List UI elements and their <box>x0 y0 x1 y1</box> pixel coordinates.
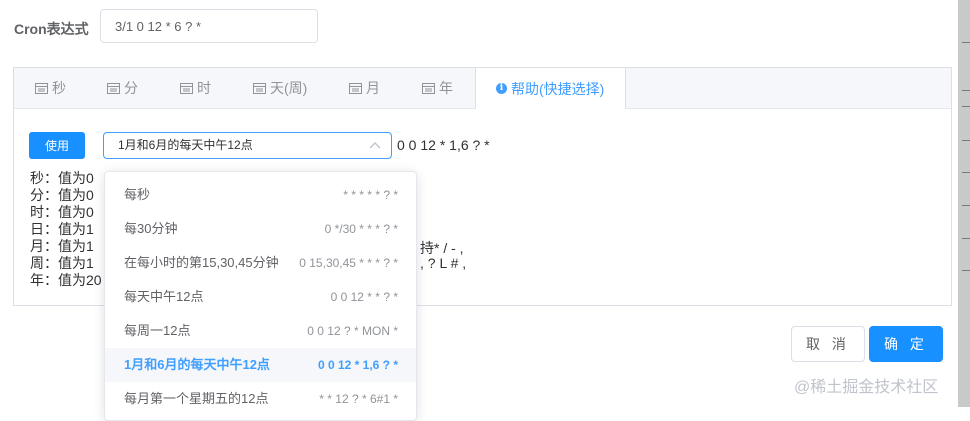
help-line-second: 秒：值为0 <box>30 170 94 186</box>
help-line-week: 周：值为1 <box>30 255 94 271</box>
quick-select-dropdown: 每秒 * * * * * ? * 每30分钟 0 */30 * * * ? * … <box>104 171 417 421</box>
option-name: 每周一12点 <box>124 323 191 338</box>
tab-second[interactable]: 秒 <box>35 68 66 108</box>
option-name: 每秒 <box>124 187 151 202</box>
dropdown-option[interactable]: 在每小时的第15,30,45分钟 0 15,30,45 * * * ? * <box>105 246 416 280</box>
option-expression: * * 12 ? * 6#1 * <box>319 392 398 406</box>
option-expression: 0 0 12 * 1,6 ? * <box>317 358 398 372</box>
cron-label: Cron表达式 <box>14 21 89 37</box>
option-name: 每月第一个星期五的12点 <box>124 391 269 406</box>
background-strip <box>958 0 970 407</box>
calendar-icon <box>35 83 48 94</box>
option-expression: 0 */30 * * * ? * <box>324 222 398 236</box>
dropdown-option[interactable]: 每天中午12点 0 0 12 * * ? * <box>105 280 416 314</box>
help-line-year: 年：值为20 <box>30 272 102 288</box>
option-name: 1月和6月的每天中午12点 <box>124 357 270 372</box>
tab-label: 时 <box>197 80 211 96</box>
dropdown-option[interactable]: 每30分钟 0 */30 * * * ? * <box>105 212 416 246</box>
tab-header: 秒 分 时 天(周) 月 年 i 帮助(快捷选择) <box>14 68 951 109</box>
cron-expression-input[interactable] <box>100 9 318 43</box>
dropdown-option[interactable]: 每周一12点 0 0 12 ? * MON * <box>105 314 416 348</box>
confirm-button[interactable]: 确 定 <box>869 326 943 362</box>
option-name: 在每小时的第15,30,45分钟 <box>124 255 279 270</box>
tab-day-week[interactable]: 天(周) <box>253 68 307 108</box>
option-expression: 0 15,30,45 * * * ? * <box>299 256 398 270</box>
calendar-icon <box>253 83 266 94</box>
calendar-icon <box>107 83 120 94</box>
option-expression: * * * * * ? * <box>343 188 398 202</box>
tab-label: 年 <box>439 80 453 96</box>
quick-select-value: 1月和6月的每天中午12点 <box>118 138 253 152</box>
help-fragment-week: , ? L # , <box>420 255 467 271</box>
option-name: 每天中午12点 <box>124 289 204 304</box>
help-line-day: 日：值为1 <box>30 221 94 237</box>
help-line-hour: 时：值为0 <box>30 204 94 220</box>
calendar-icon <box>180 83 193 94</box>
info-icon: i <box>496 83 507 94</box>
help-line-month: 月：值为1 <box>30 238 94 254</box>
tab-label: 月 <box>366 80 380 96</box>
tab-label: 帮助(快捷选择) <box>511 80 605 97</box>
selected-expression: 0 0 12 * 1,6 ? * <box>397 137 490 153</box>
tab-label: 分 <box>124 80 138 96</box>
watermark: @稀土掘金技术社区 <box>794 379 939 396</box>
option-expression: 0 0 12 ? * MON * <box>307 324 398 338</box>
tab-minute[interactable]: 分 <box>107 68 138 108</box>
tab-label: 秒 <box>52 80 66 96</box>
dropdown-option[interactable]: 每秒 * * * * * ? * <box>105 178 416 212</box>
help-lines: 秒：值为0 分：值为0 时：值为0 日：值为1 月：值为1 周：值为1 年：值为… <box>30 170 102 289</box>
tab-label: 天(周) <box>270 80 308 96</box>
calendar-icon <box>349 83 362 94</box>
help-line-minute: 分：值为0 <box>30 187 94 203</box>
tab-month[interactable]: 月 <box>349 68 380 108</box>
tab-help[interactable]: i 帮助(快捷选择) <box>475 68 626 109</box>
option-expression: 0 0 12 * * ? * <box>330 290 398 304</box>
dropdown-option[interactable]: 每月第一个星期五的12点 * * 12 ? * 6#1 * <box>105 382 416 416</box>
use-button[interactable]: 使用 <box>29 132 85 159</box>
dropdown-option-selected[interactable]: 1月和6月的每天中午12点 0 0 12 * 1,6 ? * <box>105 348 416 382</box>
option-name: 每30分钟 <box>124 221 178 236</box>
chevron-up-icon <box>369 142 381 149</box>
cancel-button[interactable]: 取 消 <box>791 326 865 362</box>
quick-select[interactable]: 1月和6月的每天中午12点 <box>103 132 392 159</box>
calendar-icon <box>422 83 435 94</box>
tab-hour[interactable]: 时 <box>180 68 211 108</box>
tab-year[interactable]: 年 <box>422 68 453 108</box>
